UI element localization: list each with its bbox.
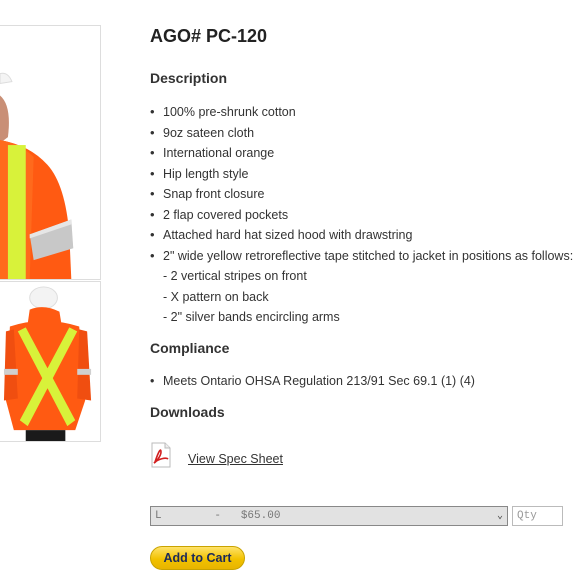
jacket-front-image bbox=[0, 26, 100, 279]
jacket-back-image bbox=[0, 282, 100, 441]
view-spec-sheet-link[interactable]: View Spec Sheet bbox=[188, 452, 283, 466]
sub-list-item: - 2 vertical stripes on front bbox=[163, 269, 307, 283]
spec-sheet-download: View Spec Sheet bbox=[150, 440, 283, 470]
product-image-front[interactable] bbox=[0, 25, 101, 280]
add-to-cart-button[interactable]: Add to Cart bbox=[150, 546, 245, 570]
product-image-back[interactable] bbox=[0, 281, 101, 442]
pdf-icon[interactable] bbox=[150, 442, 172, 468]
list-item: • International orange bbox=[150, 145, 275, 160]
list-item: • Attached hard hat sized hood with draws… bbox=[150, 227, 413, 242]
sub-list-item: - 2" silver bands encircling arms bbox=[163, 310, 340, 324]
list-item: • Snap front closure bbox=[150, 186, 265, 201]
list-item: • 2 flap covered pockets bbox=[150, 206, 289, 222]
feature-list: • 100% pre-shrunk cotton • 9oz sateen clot… bbox=[150, 102, 573, 328]
list-item: • Meets Ontario OHSA Regulation 213/91 Se… bbox=[150, 374, 475, 388]
list-item: • 9oz sateen cloth bbox=[150, 124, 255, 140]
quantity-input[interactable] bbox=[512, 506, 563, 526]
chevron-down-icon: ⌄ bbox=[496, 511, 503, 522]
compliance-heading: Compliance bbox=[150, 340, 230, 356]
list-item: • Hip length style bbox=[150, 165, 249, 181]
sub-list-item: - X pattern on back bbox=[163, 289, 269, 304]
tape-positions-list: - 2 vertical stripes on front - X patter… bbox=[150, 266, 573, 328]
list-item: • 100% pre-shrunk cotton bbox=[150, 104, 296, 119]
description-heading: Description bbox=[150, 70, 228, 86]
product-title: AGO# PC-120 bbox=[150, 26, 268, 46]
list-item: • 2" wide yellow retroreflective tape sti… bbox=[150, 246, 573, 328]
size-price-select[interactable]: L - $65.00 ⌄ bbox=[150, 506, 508, 526]
downloads-heading: Downloads bbox=[150, 404, 225, 420]
selected-option: L - $65.00 bbox=[155, 510, 281, 522]
compliance-list: • Meets Ontario OHSA Regulation 213/91 Se… bbox=[150, 371, 475, 391]
